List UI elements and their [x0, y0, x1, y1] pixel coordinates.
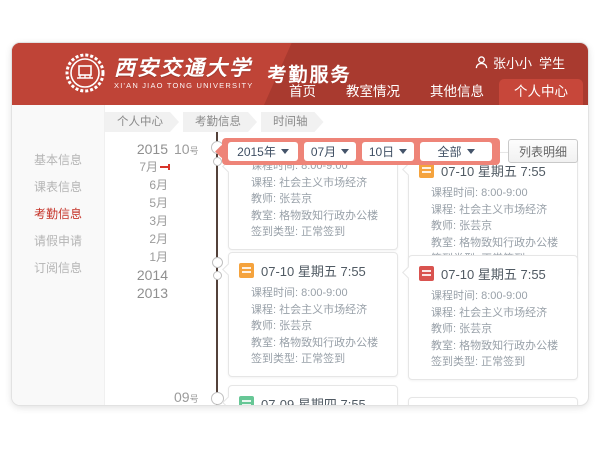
breadcrumb-attendance-info[interactable]: 考勤信息: [183, 112, 257, 132]
card-field-course-time: 课程时间: 8:00-9:00: [431, 185, 569, 202]
main-nav: 首页 教室情况 其他信息 个人中心: [274, 79, 583, 105]
breadcrumb-timeline[interactable]: 时间轴: [261, 112, 324, 132]
timeline-month[interactable]: 3月: [116, 212, 168, 230]
header: 西安交通大学 XI'AN JIAO TONG UNIVERSITY 考勤服务 张…: [12, 43, 588, 105]
card-field-signin-type: 签到类型: 正常签到: [431, 354, 569, 371]
breadcrumb: 个人中心 考勤信息 时间轴: [105, 112, 328, 132]
card-field-course: 课程: 社会主义市场经济: [431, 202, 569, 219]
timeline-year[interactable]: 2015: [116, 140, 168, 158]
nav-other-info[interactable]: 其他信息: [415, 79, 499, 105]
timeline-month[interactable]: 6月: [116, 176, 168, 194]
timeline-year-rail: 2015 7月 6月 5月 3月 2月 1月 2014 2013: [116, 140, 168, 302]
filter-bar: 2015年 07月 10日 全部: [222, 138, 500, 165]
card-field-teacher: 教师: 张芸京: [251, 318, 389, 335]
page: 西安交通大学 XI'AN JIAO TONG UNIVERSITY 考勤服务 张…: [0, 0, 600, 450]
university-name-en: XI'AN JIAO TONG UNIVERSITY: [114, 81, 253, 90]
sidebar-item-subscription-info[interactable]: 订阅信息: [12, 255, 104, 282]
chevron-down-icon: [399, 149, 407, 154]
sidebar-item-attendance-info[interactable]: 考勤信息: [12, 201, 104, 228]
chevron-down-icon: [341, 149, 349, 154]
list-detail-button[interactable]: 列表明细: [508, 139, 578, 163]
card-field-course: 课程: 社会主义市场经济: [251, 175, 389, 192]
status-alert-icon: [419, 266, 434, 281]
attendance-card: 07-10 星期五 7:55 课程时间: 8:00-9:00 课程: 社会主义市…: [408, 255, 578, 380]
card-field-course: 课程: 社会主义市场经济: [431, 305, 569, 322]
timeline-day-09[interactable]: 09号: [174, 389, 199, 405]
card-field-teacher: 教师: 张芸京: [251, 191, 389, 208]
current-month-marker-icon: [160, 166, 168, 168]
timeline-node[interactable]: [213, 271, 222, 280]
card-field-course: 课程: 社会主义市场经济: [251, 302, 389, 319]
card-field-classroom: 教室: 格物致知行政办公楼: [431, 235, 569, 252]
timeline-month[interactable]: 1月: [116, 248, 168, 266]
timeline-month-current[interactable]: 7月: [116, 158, 168, 176]
attendance-card: 07-09 星期四 7:55: [228, 385, 398, 405]
attendance-card: [408, 397, 578, 405]
type-select[interactable]: 全部: [420, 142, 492, 161]
sidebar-item-schedule-info[interactable]: 课表信息: [12, 174, 104, 201]
year-select[interactable]: 2015年: [228, 142, 298, 161]
sidebar-item-basic-info[interactable]: 基本信息: [12, 147, 104, 174]
user-name: 张小小: [493, 53, 532, 72]
timeline-day-10[interactable]: 10号: [174, 141, 199, 159]
nav-home[interactable]: 首页: [274, 79, 331, 105]
day-select[interactable]: 10日: [362, 142, 414, 161]
nav-classrooms[interactable]: 教室情况: [331, 79, 415, 105]
timeline-year[interactable]: 2013: [116, 284, 168, 302]
status-calendar-icon: [419, 163, 434, 178]
card-title: 07-09 星期四 7:55: [229, 386, 397, 405]
chevron-down-icon: [281, 149, 289, 154]
card-field-teacher: 教师: 张芸京: [431, 321, 569, 338]
university-logo-icon: [64, 52, 106, 94]
timeline-year[interactable]: 2014: [116, 266, 168, 284]
card-field-classroom: 教室: 格物致知行政办公楼: [251, 208, 389, 225]
person-icon: [475, 56, 488, 69]
status-calendar-icon: [239, 263, 254, 278]
card-field-teacher: 教师: 张芸京: [431, 218, 569, 235]
card-field-course-time: 课程时间: 8:00-9:00: [251, 285, 389, 302]
user-info[interactable]: 张小小 学生: [475, 53, 572, 72]
card-field-signin-type: 签到类型: 正常签到: [251, 351, 389, 368]
user-role: 学生: [539, 53, 565, 72]
timeline-node[interactable]: [212, 257, 223, 268]
month-select[interactable]: 07月: [304, 142, 356, 161]
card-field-course-time: 课程时间: 8:00-9:00: [431, 288, 569, 305]
card-title: 07-10 星期五 7:55: [229, 253, 397, 283]
card-title: 07-10 星期五 7:55: [409, 256, 577, 286]
sidebar: 基本信息 课表信息 考勤信息 请假申请 订阅信息: [12, 105, 105, 405]
nav-personal-center[interactable]: 个人中心: [499, 79, 583, 105]
breadcrumb-personal-center[interactable]: 个人中心: [105, 112, 179, 132]
chevron-down-icon: [467, 149, 475, 154]
status-ok-icon: [239, 396, 254, 405]
sidebar-item-leave-request[interactable]: 请假申请: [12, 228, 104, 255]
timeline-node[interactable]: [213, 157, 222, 166]
timeline-month[interactable]: 5月: [116, 194, 168, 212]
card-field-signin-type: 签到类型: 正常签到: [251, 224, 389, 241]
timeline-month[interactable]: 2月: [116, 230, 168, 248]
app-window: 西安交通大学 XI'AN JIAO TONG UNIVERSITY 考勤服务 张…: [12, 43, 588, 405]
card-field-classroom: 教室: 格物致知行政办公楼: [431, 338, 569, 355]
university-name-cn: 西安交通大学: [114, 57, 253, 81]
card-field-classroom: 教室: 格物致知行政办公楼: [251, 335, 389, 352]
attendance-card: 07-10 星期五 7:55 课程时间: 8:00-9:00 课程: 社会主义市…: [228, 252, 398, 377]
